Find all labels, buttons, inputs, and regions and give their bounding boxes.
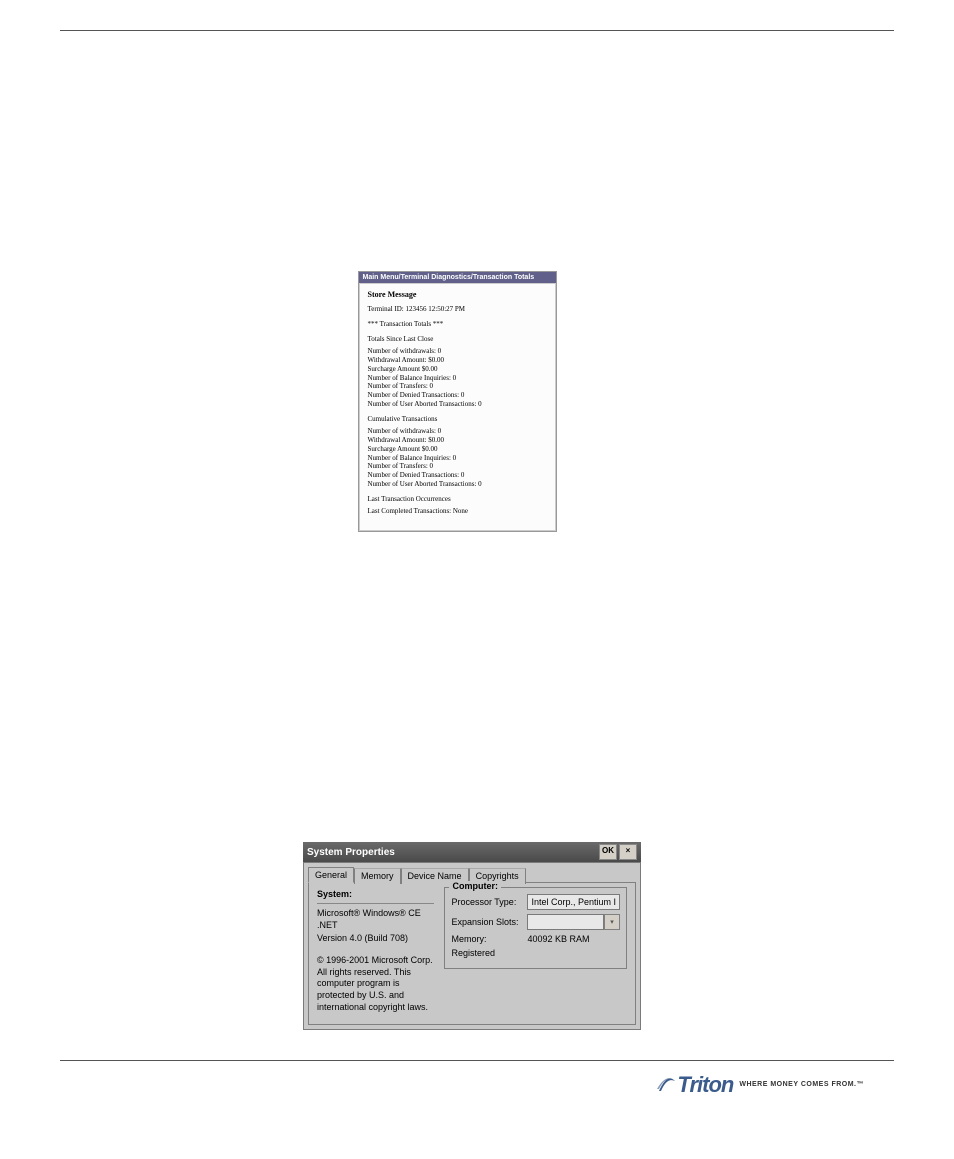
expansion-slots-dropdown[interactable]: ▾ (604, 914, 620, 930)
store-message-heading: Store Message (368, 290, 547, 299)
last-occurrences-title: Last Transaction Occurrences (368, 495, 547, 504)
top-divider (60, 30, 894, 31)
system-version: Version 4.0 (Build 708) (317, 933, 434, 945)
system-copyright: © 1996-2001 Microsoft Corp. All rights r… (317, 955, 434, 1013)
expansion-slots-field[interactable] (527, 914, 604, 930)
s1l5: Number of Denied Transactions: 0 (368, 391, 547, 400)
s1l2: Surcharge Amount $0.00 (368, 365, 547, 374)
system-label: System: (317, 889, 352, 899)
memory-value: 40092 KB RAM (527, 934, 589, 944)
triton-logo: Triton WHERE MONEY COMES FROM.™ (657, 1071, 864, 1099)
s2l2: Surcharge Amount $0.00 (368, 445, 547, 454)
cumulative-title: Cumulative Transactions (368, 415, 547, 424)
logo-brand-text: Triton (677, 1072, 733, 1098)
terminal-id-line: Terminal ID: 123456 12:50:27 PM (368, 305, 547, 314)
chevron-down-icon: ▾ (610, 918, 614, 926)
memory-label: Memory: (451, 934, 527, 944)
s2l3: Number of Balance Inquiries: 0 (368, 454, 547, 463)
sysprops-titlebar: System Properties OK × (303, 842, 641, 862)
system-properties-dialog: System Properties OK × General Memory De… (303, 842, 641, 1030)
close-button[interactable]: × (619, 844, 637, 860)
ok-button[interactable]: OK (599, 844, 617, 860)
totals-header: *** Transaction Totals *** (368, 320, 547, 329)
s1l4: Number of Transfers: 0 (368, 382, 547, 391)
computer-legend: Computer: (449, 881, 501, 891)
s1l6: Number of User Aborted Transactions: 0 (368, 400, 547, 409)
page-footer: Triton WHERE MONEY COMES FROM.™ (60, 1071, 894, 1099)
bottom-divider (60, 1060, 894, 1061)
s2l1: Withdrawal Amount: $0.00 (368, 436, 547, 445)
s1l1: Withdrawal Amount: $0.00 (368, 356, 547, 365)
store-message-window: Main Menu/Terminal Diagnostics/Transacti… (358, 271, 557, 532)
s2l0: Number of withdrawals: 0 (368, 427, 547, 436)
s1l3: Number of Balance Inquiries: 0 (368, 374, 547, 383)
store-message-titlebar: Main Menu/Terminal Diagnostics/Transacti… (359, 272, 556, 283)
registered-label: Registered (451, 948, 527, 958)
tab-memory[interactable]: Memory (354, 868, 401, 884)
s2l6: Number of User Aborted Transactions: 0 (368, 480, 547, 489)
s2l4: Number of Transfers: 0 (368, 462, 547, 471)
s2l5: Number of Denied Transactions: 0 (368, 471, 547, 480)
logo-wisp-icon (657, 1071, 677, 1099)
last-completed-line: Last Completed Transactions: None (368, 507, 547, 516)
since-last-close-title: Totals Since Last Close (368, 335, 547, 344)
system-os: Microsoft® Windows® CE .NET (317, 908, 434, 931)
logo-tagline: WHERE MONEY COMES FROM.™ (739, 1081, 864, 1088)
processor-type-label: Processor Type: (451, 897, 527, 907)
processor-type-field[interactable]: Intel Corp., Pentium I (527, 894, 620, 910)
s1l0: Number of withdrawals: 0 (368, 347, 547, 356)
expansion-slots-label: Expansion Slots: (451, 917, 527, 927)
sysprops-title-text: System Properties (307, 847, 395, 858)
tab-general[interactable]: General (308, 867, 354, 883)
